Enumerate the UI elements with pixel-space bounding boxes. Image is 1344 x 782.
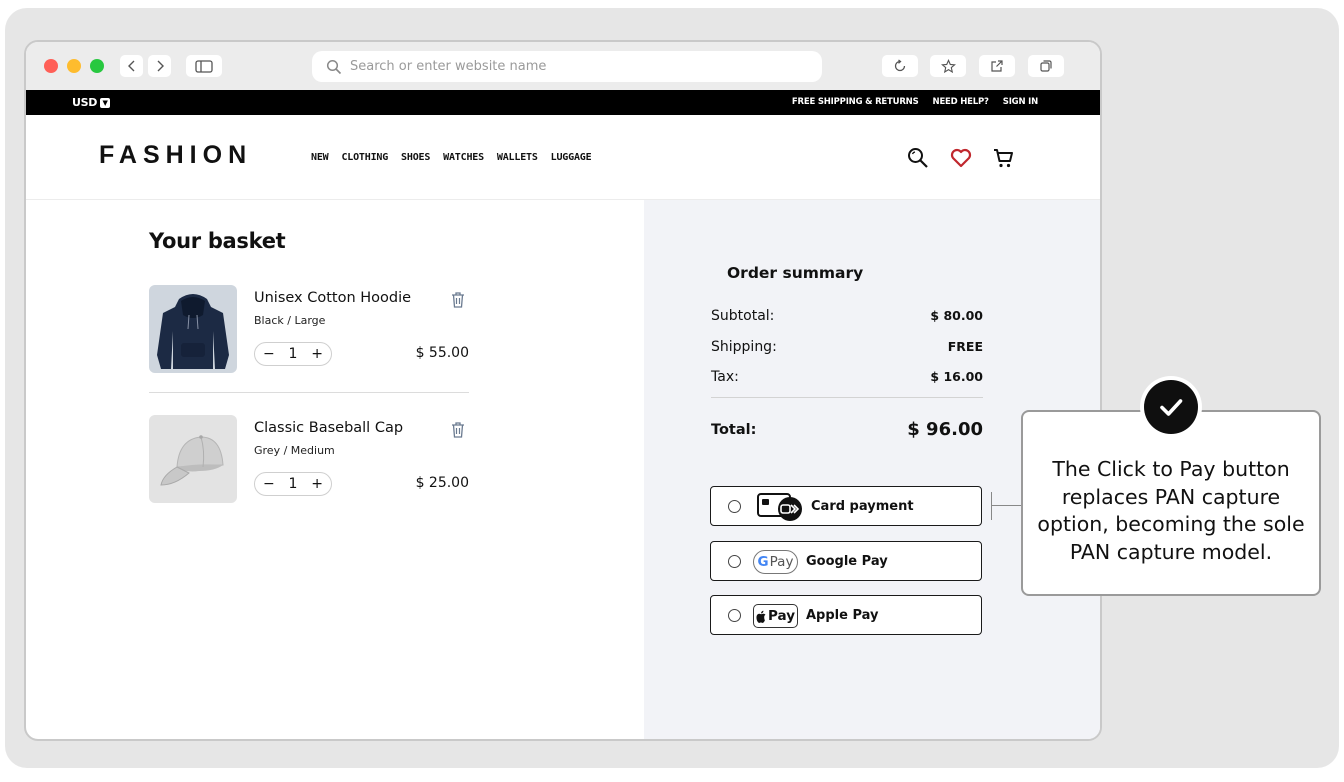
summary-row-subtotal: Subtotal: $ 80.00 xyxy=(711,308,983,324)
summary-row-tax: Tax: $ 16.00 xyxy=(711,369,983,385)
card-payment-radio[interactable] xyxy=(728,500,741,513)
sign-in-link[interactable]: SIGN IN xyxy=(1003,97,1038,107)
maximize-window-button[interactable] xyxy=(90,59,104,73)
callout-connector xyxy=(992,505,1022,506)
summary-row-shipping: Shipping: FREE xyxy=(711,339,983,355)
payment-option-google-pay[interactable]: G Pay Google Pay xyxy=(710,541,982,581)
google-pay-badge-text: Pay xyxy=(769,554,794,570)
apple-pay-radio[interactable] xyxy=(728,609,741,622)
browser-window: Search or enter website name USD ▼ FREE … xyxy=(24,40,1102,741)
quantity-stepper: − 1 + xyxy=(254,342,332,366)
address-bar-placeholder: Search or enter website name xyxy=(350,59,547,74)
item-price: $ 25.00 xyxy=(415,475,469,491)
subtotal-label: Subtotal: xyxy=(711,308,775,324)
item-divider xyxy=(149,392,469,393)
callout-text: The Click to Pay button replaces PAN cap… xyxy=(1037,457,1305,564)
item-variant: Black / Large xyxy=(254,314,326,327)
basket-title: Your basket xyxy=(149,229,286,253)
star-icon xyxy=(940,58,956,73)
item-name[interactable]: Unisex Cotton Hoodie xyxy=(254,290,411,306)
card-payment-label: Card payment xyxy=(811,499,914,514)
bookmark-button[interactable] xyxy=(930,55,966,77)
main-nav: NEW CLOTHING SHOES WATCHES WALLETS LUGGA… xyxy=(311,152,592,163)
total-value: $ 96.00 xyxy=(907,419,983,440)
order-summary-title: Order summary xyxy=(727,264,864,282)
google-g-icon: G xyxy=(757,554,769,570)
apple-pay-label: Apple Pay xyxy=(806,608,879,623)
quantity-value[interactable]: 1 xyxy=(289,477,298,491)
nav-item-new[interactable]: NEW xyxy=(311,152,329,163)
sidebar-icon xyxy=(195,59,213,73)
google-pay-label: Google Pay xyxy=(806,554,888,569)
google-pay-badge: G Pay xyxy=(753,550,798,574)
increase-quantity-button[interactable]: + xyxy=(311,347,323,361)
trash-icon[interactable] xyxy=(450,291,466,309)
summary-divider xyxy=(711,397,983,398)
tabs-icon xyxy=(1040,60,1052,72)
apple-pay-badge-text: Pay xyxy=(767,608,796,624)
decrease-quantity-button[interactable]: − xyxy=(263,477,275,491)
site-logo[interactable]: FASHION xyxy=(99,141,252,170)
summary-row-total: Total: $ 96.00 xyxy=(711,419,983,440)
increase-quantity-button[interactable]: + xyxy=(311,477,323,491)
currency-selector[interactable]: USD ▼ xyxy=(72,96,111,109)
click-to-pay-card-icon xyxy=(757,493,802,521)
tax-value: $ 16.00 xyxy=(930,369,983,384)
nav-item-luggage[interactable]: LUGGAGE xyxy=(551,152,592,163)
google-pay-radio[interactable] xyxy=(728,555,741,568)
checkmark-icon xyxy=(1160,399,1183,416)
cap-image xyxy=(149,415,237,503)
currency-label: USD xyxy=(72,96,98,109)
nav-item-watches[interactable]: WATCHES xyxy=(443,152,484,163)
reload-icon xyxy=(894,59,906,72)
total-label: Total: xyxy=(711,421,757,438)
tabs-button[interactable] xyxy=(1028,55,1064,77)
apple-icon xyxy=(756,610,766,623)
minimize-window-button[interactable] xyxy=(67,59,81,73)
need-help-link[interactable]: NEED HELP? xyxy=(933,97,989,107)
nav-item-wallets[interactable]: WALLETS xyxy=(497,152,538,163)
heart-icon[interactable] xyxy=(949,146,973,170)
item-price: $ 55.00 xyxy=(415,345,469,361)
subtotal-value: $ 80.00 xyxy=(930,308,983,323)
site-header: FASHION NEW CLOTHING SHOES WATCHES WALLE… xyxy=(26,115,1100,200)
trash-icon[interactable] xyxy=(450,421,466,439)
chevron-left-icon xyxy=(127,60,134,72)
cart-icon[interactable] xyxy=(992,146,1016,170)
basket-item: Classic Baseball Cap Grey / Medium − 1 +… xyxy=(149,415,471,505)
apple-pay-badge: Pay xyxy=(753,604,798,628)
tax-label: Tax: xyxy=(711,369,739,385)
reload-button[interactable] xyxy=(882,55,918,77)
nav-item-shoes[interactable]: SHOES xyxy=(401,152,430,163)
shipping-value: FREE xyxy=(947,339,983,354)
callout-connector-bracket xyxy=(991,492,992,520)
hoodie-image xyxy=(149,285,237,373)
address-bar[interactable]: Search or enter website name xyxy=(312,51,822,82)
promo-bar: USD ▼ FREE SHIPPING & RETURNS NEED HELP?… xyxy=(26,90,1100,115)
free-shipping-link[interactable]: FREE SHIPPING & RETURNS xyxy=(792,97,919,107)
chevron-down-icon: ▼ xyxy=(100,97,111,108)
share-button[interactable] xyxy=(979,55,1015,77)
sidebar-toggle-button[interactable] xyxy=(186,55,222,77)
forward-button[interactable] xyxy=(148,55,171,77)
payment-option-card[interactable]: Card payment xyxy=(710,486,982,526)
item-name[interactable]: Classic Baseball Cap xyxy=(254,420,403,436)
chevron-right-icon xyxy=(157,60,164,72)
search-icon xyxy=(326,59,342,74)
item-variant: Grey / Medium xyxy=(254,444,335,457)
promo-links: FREE SHIPPING & RETURNS NEED HELP? SIGN … xyxy=(792,97,1038,107)
decrease-quantity-button[interactable]: − xyxy=(263,347,275,361)
search-icon[interactable] xyxy=(906,146,930,170)
back-button[interactable] xyxy=(120,55,143,77)
checkmark-badge xyxy=(1140,376,1202,438)
close-window-button[interactable] xyxy=(44,59,58,73)
shipping-label: Shipping: xyxy=(711,339,777,355)
browser-toolbar: Search or enter website name xyxy=(26,42,1100,90)
share-icon xyxy=(991,60,1003,72)
quantity-value[interactable]: 1 xyxy=(289,347,298,361)
basket-item: Unisex Cotton Hoodie Black / Large − 1 +… xyxy=(149,285,471,375)
nav-item-clothing[interactable]: CLOTHING xyxy=(341,152,388,163)
quantity-stepper: − 1 + xyxy=(254,472,332,496)
payment-option-apple-pay[interactable]: Pay Apple Pay xyxy=(710,595,982,635)
